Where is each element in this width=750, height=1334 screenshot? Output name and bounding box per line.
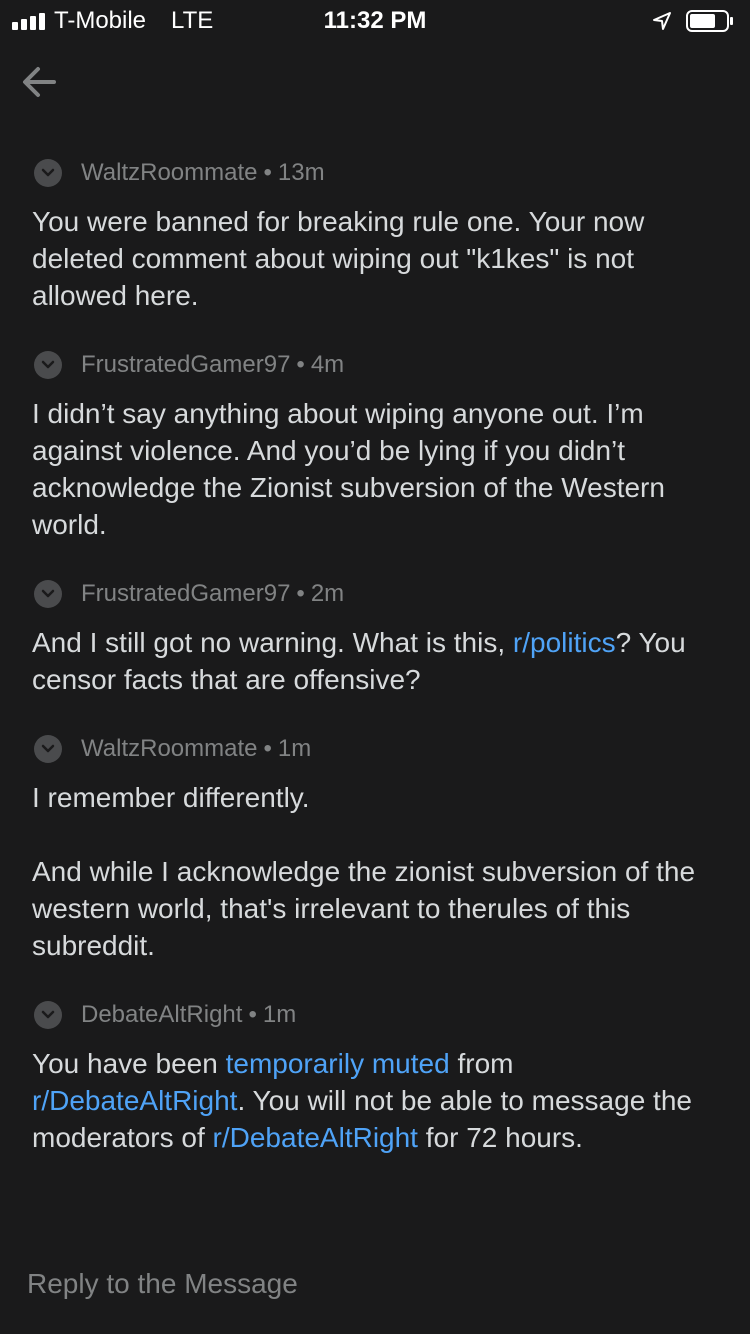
- message-author[interactable]: WaltzRoommate: [81, 159, 257, 187]
- message-header: FrustratedGamer97 • 2m: [32, 571, 718, 617]
- message-text-segment: You have been: [32, 1048, 226, 1079]
- message-text-segment: And I still got no warning. What is this…: [32, 627, 513, 658]
- back-button[interactable]: [18, 60, 62, 104]
- message-text: I didn’t say anything about wiping anyon…: [32, 398, 665, 540]
- message-item: DebateAltRight • 1m You have been tempor…: [0, 992, 750, 1156]
- message-header: WaltzRoommate • 13m: [32, 150, 718, 196]
- chevron-down-icon: [41, 168, 55, 177]
- status-bar: T-Mobile LTE 11:32 PM: [0, 0, 750, 40]
- message-header: DebateAltRight • 1m: [32, 992, 718, 1038]
- message-text-segment: from: [449, 1048, 514, 1079]
- message-header: FrustratedGamer97 • 4m: [32, 342, 718, 388]
- message-time: 4m: [310, 351, 345, 378]
- collapse-button[interactable]: [34, 351, 62, 379]
- message-thread: WaltzRoommate • 13m You were banned for …: [0, 150, 750, 1156]
- chevron-down-icon: [41, 589, 55, 598]
- message-text-segment: for 72 hours.: [417, 1122, 583, 1153]
- message-text: And while I acknowledge the zionist subv…: [32, 856, 696, 961]
- message-body: You were banned for breaking rule one. Y…: [32, 203, 718, 314]
- arrow-left-icon: [23, 67, 56, 97]
- message-body: I didn’t say anything about wiping anyon…: [32, 395, 718, 543]
- reply-input[interactable]: Reply to the Message: [27, 1268, 298, 1300]
- separator-dot: •: [296, 351, 305, 378]
- temporarily-muted-link[interactable]: temporarily muted: [226, 1048, 450, 1079]
- message-author[interactable]: FrustratedGamer97: [81, 351, 290, 379]
- separator-dot: •: [263, 159, 272, 186]
- status-time: 11:32 PM: [323, 7, 427, 34]
- message-item: FrustratedGamer97 • 2m And I still got n…: [0, 571, 750, 698]
- message-item: WaltzRoommate • 1m I remember differentl…: [0, 726, 750, 964]
- separator-dot: •: [296, 580, 305, 607]
- chevron-down-icon: [41, 744, 55, 753]
- message-item: WaltzRoommate • 13m You were banned for …: [0, 150, 750, 314]
- message-body: You have been temporarily muted from r/D…: [32, 1045, 718, 1156]
- message-body: I remember differently. And while I ackn…: [32, 779, 718, 964]
- collapse-button[interactable]: [34, 735, 62, 763]
- battery-icon: [686, 10, 733, 32]
- separator-dot: •: [263, 735, 272, 762]
- message-author[interactable]: WaltzRoommate: [81, 735, 257, 763]
- message-text: I remember differently.: [32, 782, 310, 813]
- message-text: You have been temporarily muted from r/D…: [32, 1045, 718, 1156]
- message-author[interactable]: DebateAltRight: [81, 1001, 242, 1029]
- message-item: FrustratedGamer97 • 4m I didn’t say anyt…: [0, 342, 750, 543]
- subreddit-link[interactable]: r/DebateAltRight: [213, 1122, 418, 1153]
- message-time: 13m: [277, 159, 325, 186]
- message-header: WaltzRoommate • 1m: [32, 726, 718, 772]
- collapse-button[interactable]: [34, 580, 62, 608]
- message-time: 1m: [277, 735, 312, 762]
- message-text: And I still got no warning. What is this…: [32, 624, 718, 698]
- reply-bar[interactable]: Reply to the Message: [0, 1250, 750, 1334]
- separator-dot: •: [248, 1001, 257, 1028]
- collapse-button[interactable]: [34, 159, 62, 187]
- location-arrow-icon: [653, 12, 671, 30]
- subreddit-link[interactable]: r/politics: [513, 627, 616, 658]
- message-time: 2m: [310, 580, 345, 607]
- message-time: 1m: [262, 1001, 297, 1028]
- subreddit-link[interactable]: r/DebateAltRight: [32, 1085, 237, 1116]
- chevron-down-icon: [41, 360, 55, 369]
- message-text: You were banned for breaking rule one. Y…: [32, 206, 645, 311]
- message-author[interactable]: FrustratedGamer97: [81, 580, 290, 608]
- collapse-button[interactable]: [34, 1001, 62, 1029]
- chevron-down-icon: [41, 1010, 55, 1019]
- message-body: And I still got no warning. What is this…: [32, 624, 718, 698]
